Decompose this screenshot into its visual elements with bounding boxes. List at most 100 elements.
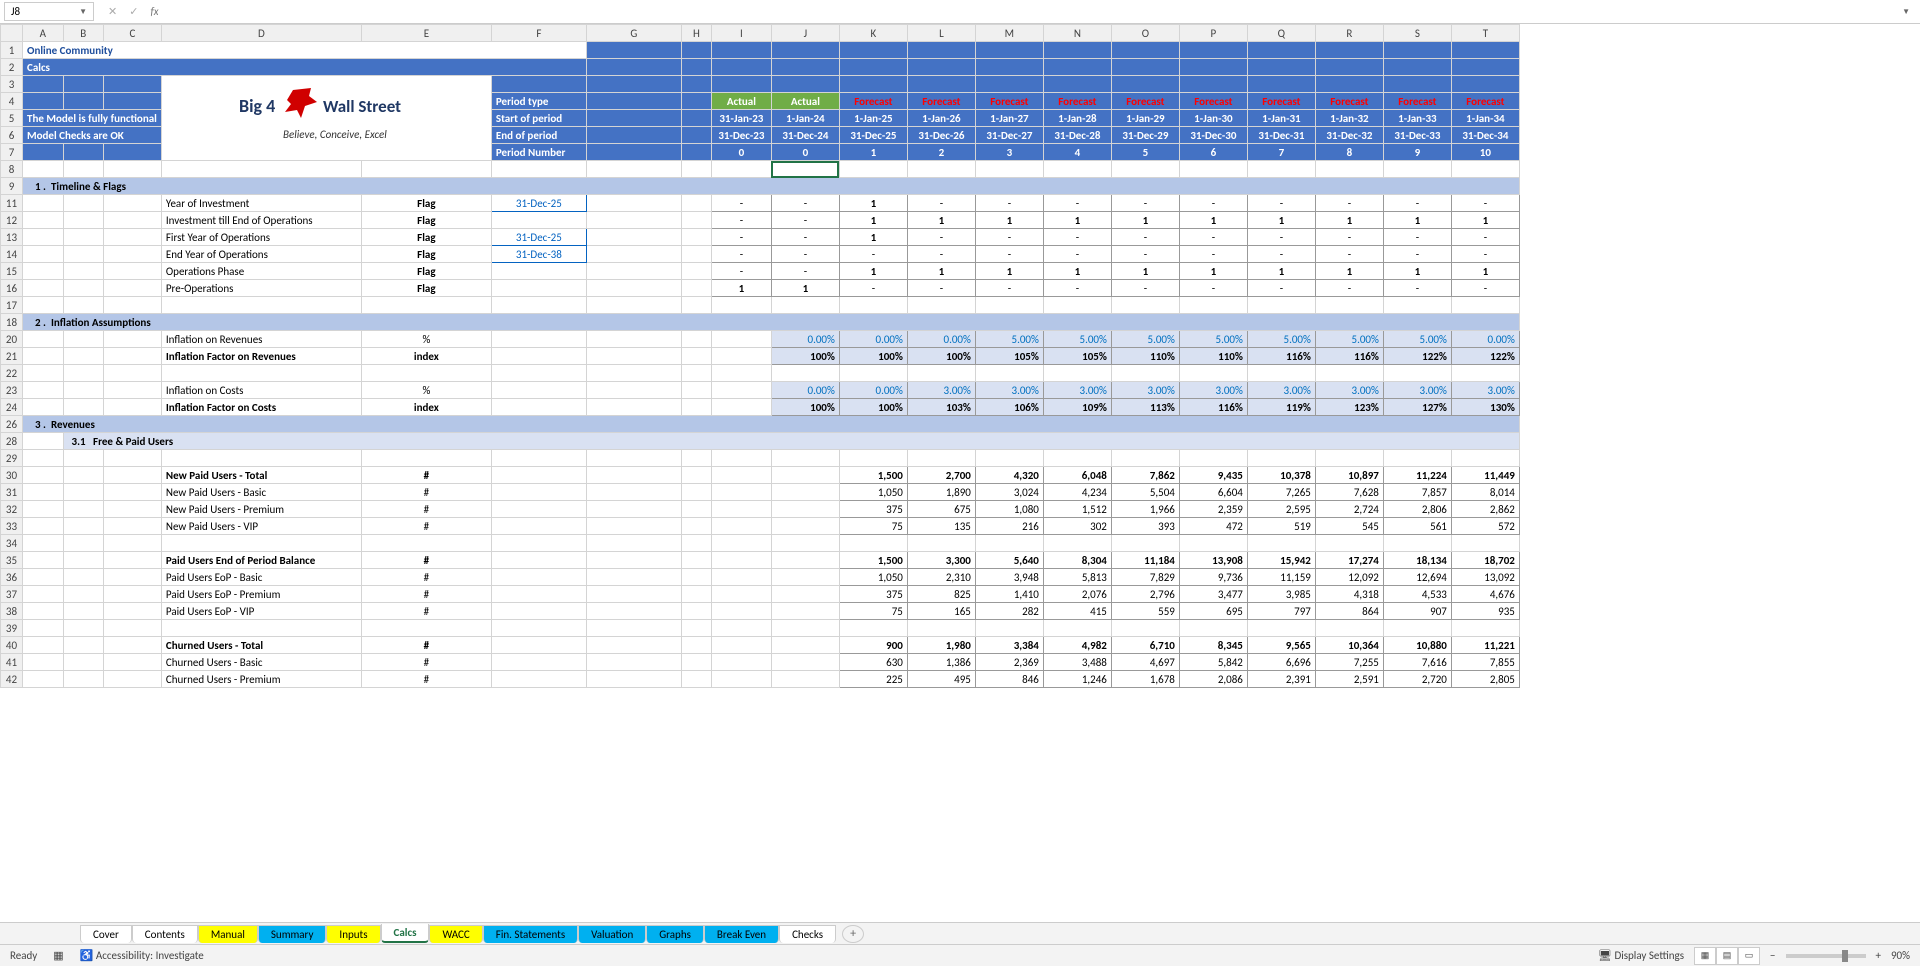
col-header-O[interactable]: O <box>1111 25 1179 42</box>
row-header-5[interactable]: 5 <box>1 110 23 127</box>
col-header-K[interactable]: K <box>839 25 907 42</box>
flag-cell[interactable]: - <box>1383 195 1451 212</box>
num-cell[interactable]: 15,942 <box>1247 552 1315 569</box>
num-cell[interactable]: 6,048 <box>1043 467 1111 484</box>
num-cell[interactable]: 495 <box>907 671 975 688</box>
pct-cell[interactable]: 3.00% <box>1179 382 1247 399</box>
num-cell[interactable]: 9,736 <box>1179 569 1247 586</box>
num-cell[interactable]: 11,221 <box>1451 637 1519 654</box>
flag-cell[interactable]: - <box>975 246 1043 263</box>
flag-cell[interactable]: 1 <box>907 263 975 280</box>
pct-cell[interactable]: 130% <box>1451 399 1519 416</box>
num-cell[interactable]: 3,948 <box>975 569 1043 586</box>
flag-cell[interactable]: 1 <box>1111 212 1179 229</box>
view-normal-icon[interactable]: ▦ <box>1694 947 1716 965</box>
num-cell[interactable]: 1,890 <box>907 484 975 501</box>
flag-cell[interactable]: - <box>1383 280 1451 297</box>
pct-cell[interactable]: 0.00% <box>1451 331 1519 348</box>
num-cell[interactable]: 572 <box>1451 518 1519 535</box>
col-header-G[interactable]: G <box>586 25 681 42</box>
pct-cell[interactable]: 110% <box>1179 348 1247 365</box>
row-header-4[interactable]: 4 <box>1 93 23 110</box>
flag-cell[interactable]: 1 <box>1315 263 1383 280</box>
flag-cell[interactable]: - <box>1111 229 1179 246</box>
row-header-6[interactable]: 6 <box>1 127 23 144</box>
num-cell[interactable]: 1,246 <box>1043 671 1111 688</box>
pct-cell[interactable]: 100% <box>771 348 839 365</box>
pct-cell[interactable]: 119% <box>1247 399 1315 416</box>
flag-cell[interactable]: 1 <box>975 212 1043 229</box>
pct-cell[interactable]: 5.00% <box>1383 331 1451 348</box>
col-header-N[interactable]: N <box>1043 25 1111 42</box>
pct-cell[interactable]: 5.00% <box>1043 331 1111 348</box>
flag-cell[interactable]: 1 <box>1247 263 1315 280</box>
flag-cell[interactable]: - <box>1247 195 1315 212</box>
flag-cell[interactable]: 1 <box>907 212 975 229</box>
pct-cell[interactable]: 113% <box>1111 399 1179 416</box>
row-header-39[interactable]: 39 <box>1 620 23 637</box>
name-box[interactable]: J8 ▼ <box>4 2 94 21</box>
num-cell[interactable]: 2,806 <box>1383 501 1451 518</box>
row-header-30[interactable]: 30 <box>1 467 23 484</box>
pct-cell[interactable]: 3.00% <box>1383 382 1451 399</box>
num-cell[interactable]: 4,318 <box>1315 586 1383 603</box>
num-cell[interactable]: 10,897 <box>1315 467 1383 484</box>
num-cell[interactable]: 13,092 <box>1451 569 1519 586</box>
col-header-M[interactable]: M <box>975 25 1043 42</box>
name-box-dropdown-icon[interactable]: ▼ <box>79 7 87 17</box>
num-cell[interactable]: 216 <box>975 518 1043 535</box>
num-cell[interactable]: 375 <box>839 586 907 603</box>
formula-expand-icon[interactable]: ▼ <box>1902 7 1916 17</box>
row-header-22[interactable]: 22 <box>1 365 23 382</box>
num-cell[interactable]: 6,696 <box>1247 654 1315 671</box>
flag-cell[interactable]: - <box>711 195 771 212</box>
num-cell[interactable]: 7,857 <box>1383 484 1451 501</box>
num-cell[interactable]: 10,880 <box>1383 637 1451 654</box>
col-header-T[interactable]: T <box>1451 25 1519 42</box>
num-cell[interactable]: 2,796 <box>1111 586 1179 603</box>
col-header-H[interactable]: H <box>681 25 711 42</box>
num-cell[interactable]: 797 <box>1247 603 1315 620</box>
zoom-out-icon[interactable]: − <box>1770 949 1775 962</box>
flag-cell[interactable]: - <box>975 195 1043 212</box>
flag-cell[interactable]: - <box>771 212 839 229</box>
row-header-32[interactable]: 32 <box>1 501 23 518</box>
col-header-R[interactable]: R <box>1315 25 1383 42</box>
flag-cell[interactable]: - <box>771 246 839 263</box>
num-cell[interactable]: 11,159 <box>1247 569 1315 586</box>
num-cell[interactable]: 5,813 <box>1043 569 1111 586</box>
flag-cell[interactable]: - <box>975 280 1043 297</box>
pct-cell[interactable]: 5.00% <box>1315 331 1383 348</box>
num-cell[interactable]: 2,076 <box>1043 586 1111 603</box>
num-cell[interactable]: 8,304 <box>1043 552 1111 569</box>
flag-cell[interactable]: - <box>1451 246 1519 263</box>
col-header-S[interactable]: S <box>1383 25 1451 42</box>
num-cell[interactable]: 5,640 <box>975 552 1043 569</box>
num-cell[interactable]: 4,676 <box>1451 586 1519 603</box>
num-cell[interactable]: 3,300 <box>907 552 975 569</box>
pct-cell[interactable]: 122% <box>1451 348 1519 365</box>
row-header-11[interactable]: 11 <box>1 195 23 212</box>
num-cell[interactable]: 864 <box>1315 603 1383 620</box>
flag-cell[interactable]: - <box>907 280 975 297</box>
flag-cell[interactable]: - <box>1247 280 1315 297</box>
num-cell[interactable]: 4,320 <box>975 467 1043 484</box>
num-cell[interactable]: 11,184 <box>1111 552 1179 569</box>
num-cell[interactable]: 519 <box>1247 518 1315 535</box>
macro-record-icon[interactable]: ▦ <box>53 949 63 962</box>
num-cell[interactable]: 2,862 <box>1451 501 1519 518</box>
pct-cell[interactable]: 110% <box>1111 348 1179 365</box>
row-header-12[interactable]: 12 <box>1 212 23 229</box>
flag-cell[interactable]: - <box>1451 280 1519 297</box>
num-cell[interactable]: 282 <box>975 603 1043 620</box>
formula-input[interactable] <box>173 2 1899 21</box>
num-cell[interactable]: 5,504 <box>1111 484 1179 501</box>
num-cell[interactable]: 7,829 <box>1111 569 1179 586</box>
flag-cell[interactable]: - <box>1451 229 1519 246</box>
flag-cell[interactable]: 1 <box>1247 212 1315 229</box>
num-cell[interactable]: 135 <box>907 518 975 535</box>
num-cell[interactable]: 11,224 <box>1383 467 1451 484</box>
sheet-tab-manual[interactable]: Manual <box>198 925 258 943</box>
num-cell[interactable]: 3,477 <box>1179 586 1247 603</box>
num-cell[interactable]: 2,805 <box>1451 671 1519 688</box>
